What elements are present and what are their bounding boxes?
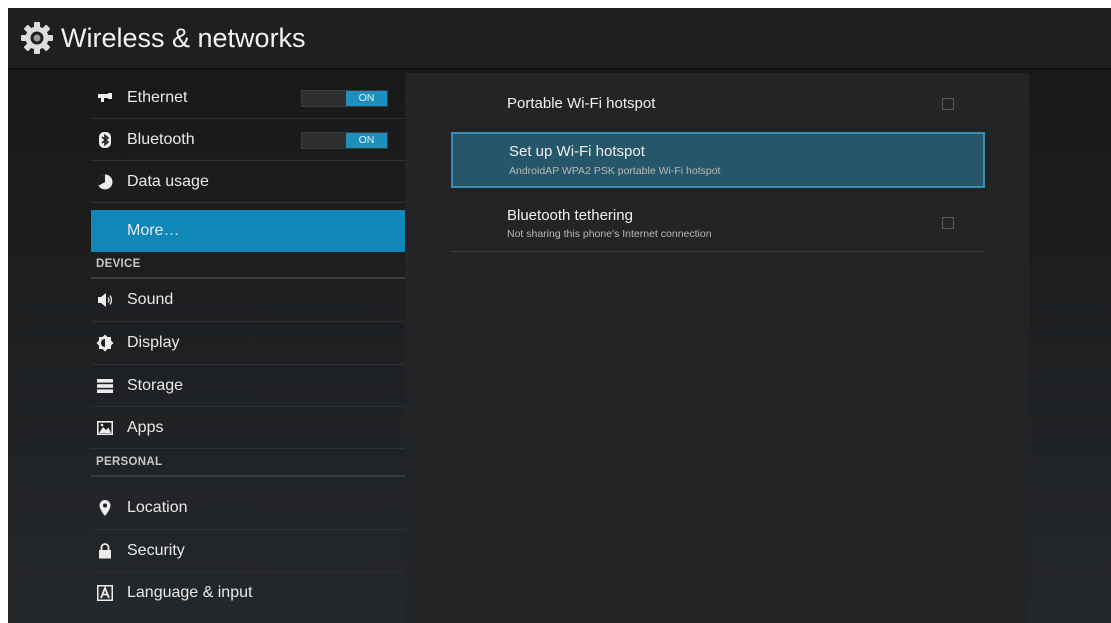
pref-summary: AndroidAP WPA2 PSK portable Wi-Fi hotspo… [509, 165, 721, 177]
sidebar-item-label: Display [127, 334, 180, 351]
pref-title: Bluetooth tethering [507, 207, 633, 224]
section-header-label: PERSONAL [96, 456, 163, 468]
sidebar-item-display[interactable]: Display [91, 322, 405, 365]
section-header-label: DEVICE [96, 258, 141, 270]
toggle-state: ON [346, 133, 387, 148]
pref-summary: Not sharing this phone's Internet connec… [507, 228, 712, 240]
sidebar-item-more[interactable]: More… [91, 210, 405, 252]
sound-icon [98, 293, 113, 307]
sidebar-item-label: More… [127, 222, 180, 239]
sidebar-item-storage[interactable]: Storage [91, 365, 405, 407]
portable-wifi-hotspot-checkbox[interactable] [942, 98, 954, 110]
settings-header-list: Ethernet ON Bluetooth ON Data usage More… [91, 77, 405, 623]
sidebar-item-language-input[interactable]: Language & input [91, 572, 405, 614]
detail-pane: Portable Wi-Fi hotspot Set up Wi-Fi hots… [405, 73, 1029, 623]
sidebar-item-sound[interactable]: Sound [91, 279, 405, 322]
display-icon [96, 334, 114, 352]
sidebar-item-label: Sound [127, 291, 174, 308]
ethernet-icon [98, 93, 112, 102]
sidebar-item-security[interactable]: Security [91, 530, 405, 572]
location-icon [99, 500, 111, 516]
data-usage-icon [97, 174, 113, 190]
portable-wifi-hotspot-item[interactable]: Portable Wi-Fi hotspot [405, 81, 1029, 131]
page-title: Wireless & networks [61, 23, 306, 53]
storage-icon [97, 379, 113, 393]
sidebar-item-label: Bluetooth [127, 131, 195, 148]
sidebar-item-label: Language & input [127, 584, 253, 601]
sidebar-item-bluetooth[interactable]: Bluetooth ON [91, 119, 405, 161]
bluetooth-toggle[interactable]: ON [301, 132, 388, 149]
sidebar-item-label: Data usage [127, 173, 209, 190]
sidebar-item-location[interactable]: Location [91, 487, 405, 530]
sidebar-item-label: Security [127, 542, 185, 559]
bluetooth-icon [99, 132, 111, 148]
gear-icon [21, 22, 53, 54]
sidebar-item-label: Location [127, 499, 188, 516]
sidebar-item-label: Apps [127, 419, 164, 436]
section-header-device: DEVICE [91, 254, 405, 279]
toggle-state: ON [346, 91, 387, 106]
sidebar-item-label: Storage [127, 377, 184, 394]
lock-icon [99, 543, 111, 559]
sidebar-item-ethernet[interactable]: Ethernet ON [91, 77, 405, 119]
sidebar-item-apps[interactable]: Apps [91, 407, 405, 449]
setup-wifi-hotspot-item[interactable]: Set up Wi-Fi hotspot AndroidAP WPA2 PSK … [451, 132, 985, 188]
ethernet-toggle[interactable]: ON [301, 90, 388, 107]
sidebar-item-label: Ethernet [127, 89, 188, 106]
apps-icon [97, 421, 113, 435]
settings-screen: Wireless & networks Ethernet ON Bluetoot… [8, 8, 1111, 623]
section-header-personal: PERSONAL [91, 452, 405, 477]
action-bar: Wireless & networks [8, 8, 1111, 69]
pref-title: Set up Wi-Fi hotspot [509, 143, 645, 160]
divider [451, 251, 985, 252]
sidebar-item-data-usage[interactable]: Data usage [91, 161, 405, 203]
bluetooth-tethering-item[interactable]: Bluetooth tethering Not sharing this pho… [451, 195, 985, 251]
pref-title: Portable Wi-Fi hotspot [507, 95, 656, 112]
language-icon [97, 585, 113, 601]
bluetooth-tethering-checkbox[interactable] [942, 217, 954, 229]
